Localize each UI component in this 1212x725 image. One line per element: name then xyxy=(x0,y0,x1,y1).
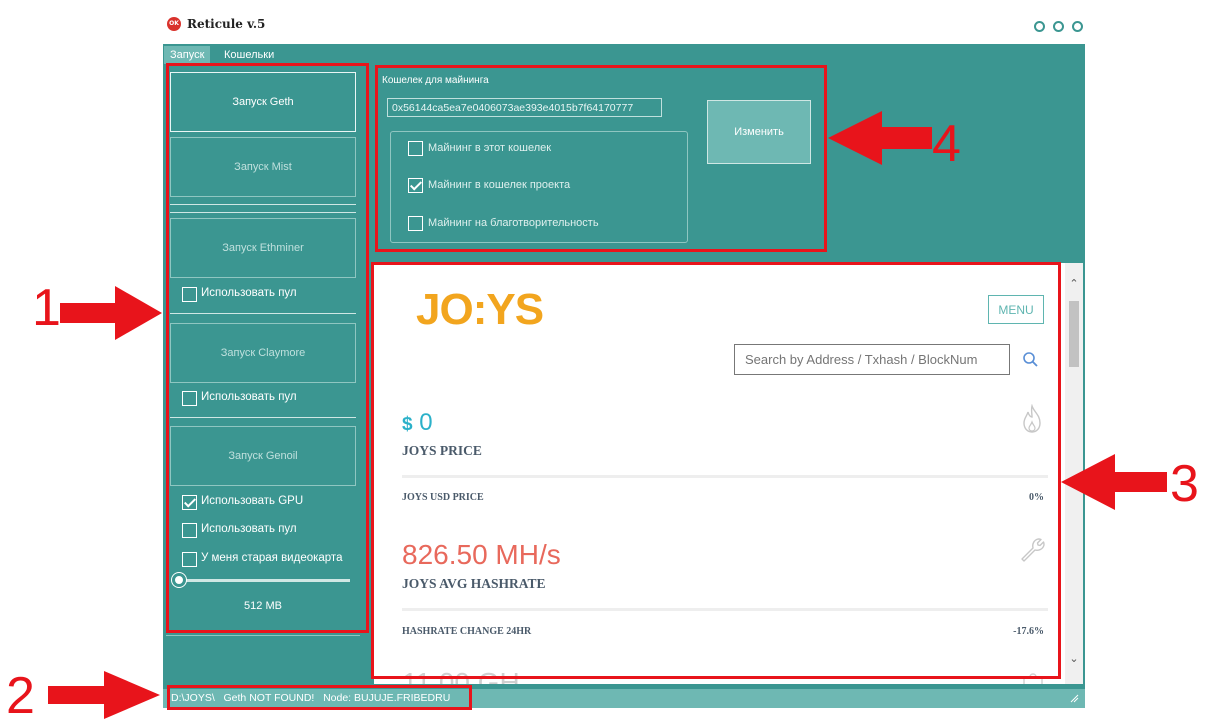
left-lower-area xyxy=(166,635,360,685)
annotation-label-2: 2 xyxy=(6,667,35,725)
scroll-thumb[interactable] xyxy=(1069,301,1079,367)
annotation-box-2 xyxy=(167,685,472,710)
minimize-button[interactable] xyxy=(1034,21,1045,32)
app-logo-icon: OK xyxy=(167,17,181,31)
title-bar: OK Reticule v.5 xyxy=(155,8,1085,42)
scroll-down-icon[interactable]: ⌄ xyxy=(1068,653,1080,665)
tab-launch[interactable]: Запуск xyxy=(164,46,211,64)
tab-bar: Запуск Кошельки xyxy=(163,44,1085,64)
scroll-up-icon[interactable]: ⌃ xyxy=(1068,278,1080,290)
annotation-box-3 xyxy=(371,262,1061,679)
tab-wallets[interactable]: Кошельки xyxy=(218,46,280,64)
annotation-label-3: 3 xyxy=(1170,455,1199,513)
annotation-box-4 xyxy=(375,65,827,252)
window-title: Reticule v.5 xyxy=(187,17,266,31)
annotation-box-1 xyxy=(166,63,369,633)
resize-grip-icon[interactable] xyxy=(1069,693,1079,703)
maximize-button[interactable] xyxy=(1053,21,1064,32)
annotation-arrow-4-icon xyxy=(828,111,932,165)
close-button[interactable] xyxy=(1072,21,1083,32)
annotation-label-1: 1 xyxy=(32,279,61,337)
annotation-arrow-3-icon xyxy=(1061,454,1167,510)
annotation-label-4: 4 xyxy=(932,115,961,173)
annotation-arrow-1-icon xyxy=(60,286,162,340)
